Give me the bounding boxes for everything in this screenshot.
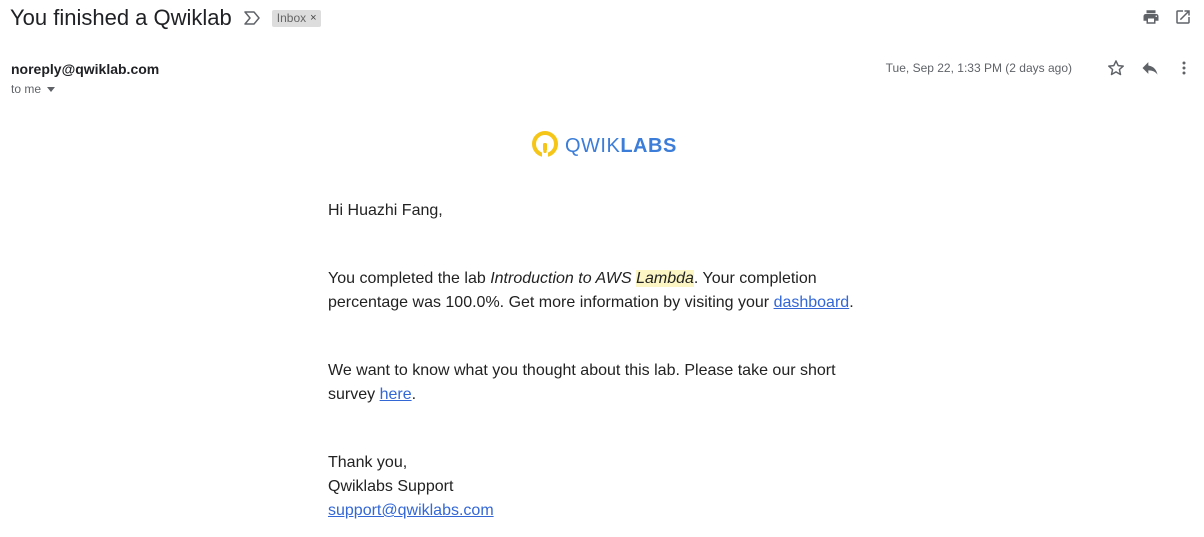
dashboard-link[interactable]: dashboard — [774, 294, 850, 311]
qwiklabs-logo-text: QWIKLABS — [565, 135, 677, 158]
recipient-details-toggle[interactable]: to me — [11, 82, 56, 96]
signature-team: Qwiklabs Support — [328, 478, 454, 495]
greeting: Hi Huazhi Fang, — [328, 202, 443, 219]
recipient-label: to me — [11, 82, 42, 96]
survey-link[interactable]: here — [380, 386, 412, 403]
signature: Thank you, Qwiklabs Support support@qwik… — [328, 451, 868, 523]
survey-text-end: . — [411, 386, 417, 403]
more-vert-icon[interactable] — [1174, 58, 1194, 78]
subject-row: You finished a Qwiklab Inbox × — [10, 4, 321, 32]
signature-thanks: Thank you, — [328, 454, 408, 471]
email-subject: You finished a Qwiklab — [10, 5, 232, 30]
lab-name: Introduction to AWS Lambda — [490, 270, 694, 287]
reply-icon[interactable] — [1140, 58, 1160, 78]
open-in-new-window-icon[interactable] — [1174, 8, 1192, 26]
qwiklabs-logo: QWIKLABS — [531, 130, 677, 163]
print-icon[interactable] — [1142, 8, 1160, 26]
survey-paragraph: We want to know what you thought about t… — [328, 359, 868, 407]
star-icon[interactable] — [1106, 58, 1126, 78]
completion-paragraph: You completed the lab Introduction to AW… — [328, 267, 868, 315]
caret-down-icon[interactable] — [47, 86, 56, 92]
inbox-label-chip[interactable]: Inbox × — [271, 9, 321, 27]
qwiklabs-logo-icon — [531, 130, 559, 163]
message-meta: Tue, Sep 22, 1:33 PM (2 days ago) — [886, 58, 1194, 78]
support-email-link[interactable]: support@qwiklabs.com — [328, 502, 494, 519]
logo-text-qwik: QWIK — [565, 135, 621, 157]
lab-name-part: Introduction to AWS — [490, 270, 637, 287]
top-actions — [1142, 8, 1192, 26]
lab-name-highlight: Lambda — [636, 270, 694, 287]
sender-address: noreply@qwiklab.com — [11, 61, 160, 77]
logo-text-labs: LABS — [620, 135, 677, 157]
inbox-label-text: Inbox — [276, 10, 307, 25]
important-marker-icon[interactable] — [244, 11, 260, 25]
remove-label-icon[interactable]: × — [310, 12, 316, 24]
message-date: Tue, Sep 22, 1:33 PM (2 days ago) — [885, 61, 1072, 75]
completion-text-end: . — [849, 294, 854, 311]
completion-text-start: You completed the lab — [328, 270, 491, 287]
